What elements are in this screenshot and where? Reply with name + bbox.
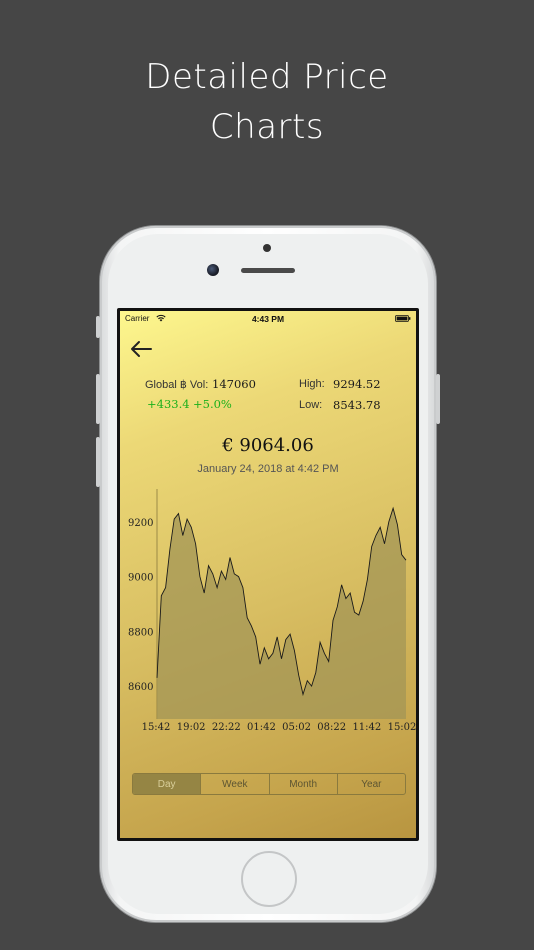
volume-down-button xyxy=(96,437,100,487)
x-tick-label: 19:02 xyxy=(177,722,206,731)
earpiece-speaker xyxy=(241,268,295,273)
high-label: High: xyxy=(299,378,325,390)
x-tick-label: 11:42 xyxy=(352,722,381,731)
change-percent: +5.0% xyxy=(193,397,232,411)
headline-line-1: Detailed Price xyxy=(145,57,389,97)
x-tick-label: 05:02 xyxy=(282,722,311,731)
timeframe-segmented-control[interactable]: Day Week Month Year xyxy=(132,773,406,795)
proximity-sensor xyxy=(263,244,271,252)
battery-icon xyxy=(395,315,411,322)
app-screen: Carrier 4:43 PM Global ฿ Vol: 147060 +43… xyxy=(120,311,416,838)
volume-up-button xyxy=(96,374,100,424)
mute-switch xyxy=(96,316,100,338)
x-tick-label: 15:42 xyxy=(142,722,171,731)
segment-year[interactable]: Year xyxy=(338,774,405,794)
x-tick-label: 08:22 xyxy=(317,722,346,731)
front-camera xyxy=(207,264,219,276)
y-tick-label: 9000 xyxy=(128,573,153,584)
segment-day[interactable]: Day xyxy=(133,774,202,794)
x-tick-label: 01:42 xyxy=(247,722,276,731)
status-bar: Carrier 4:43 PM xyxy=(120,311,416,327)
x-tick-label: 15:02 xyxy=(388,722,416,731)
phone-screen: Carrier 4:43 PM Global ฿ Vol: 147060 +43… xyxy=(117,308,419,841)
segment-week[interactable]: Week xyxy=(201,774,270,794)
y-tick-label: 9200 xyxy=(128,518,153,529)
low-label: Low: xyxy=(299,399,323,411)
headline: Detailed Price Charts xyxy=(0,52,534,152)
price-chart[interactable]: 9200 9000 8800 8600 15:42 19:02 22:22 01:42 05:0… xyxy=(120,481,416,731)
arrow-left-icon[interactable] xyxy=(128,339,154,359)
x-tick-label: 22:22 xyxy=(212,722,241,731)
low-value: 8543.78 xyxy=(333,398,381,412)
y-tick-label: 8800 xyxy=(128,627,153,638)
volume-value: 147060 xyxy=(212,377,256,391)
change-amount: +433.4 xyxy=(147,397,190,411)
power-button xyxy=(436,374,440,424)
home-button[interactable] xyxy=(241,851,297,907)
headline-line-2: Charts xyxy=(209,107,325,147)
current-price: € 9064.06 xyxy=(222,435,314,456)
price-timestamp: January 24, 2018 at 4:42 PM xyxy=(197,463,339,475)
volume-label: Global ฿ Vol: xyxy=(145,379,209,391)
status-time: 4:43 PM xyxy=(251,314,285,324)
high-value: 9294.52 xyxy=(333,377,381,391)
segment-month[interactable]: Month xyxy=(270,774,338,794)
y-tick-label: 8600 xyxy=(128,682,153,693)
